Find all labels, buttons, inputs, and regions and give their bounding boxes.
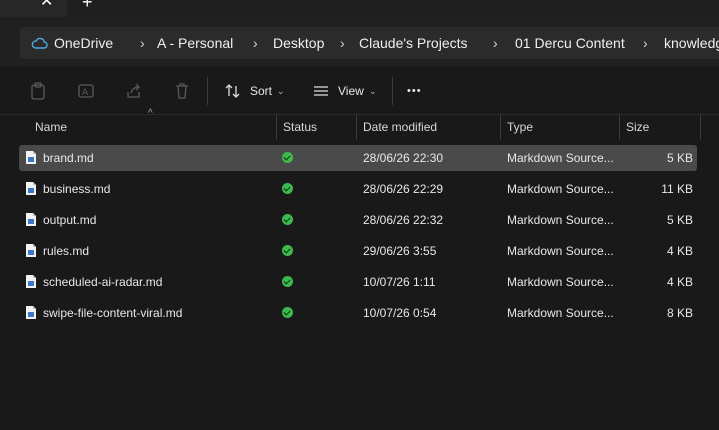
markdown-file-icon (26, 151, 36, 164)
breadcrumb-item-personal[interactable]: A - Personal (157, 27, 233, 59)
column-header-row: ^ Name Status Date modified Type Size (0, 108, 719, 140)
breadcrumb-item-onedrive[interactable]: OneDrive (54, 27, 113, 59)
onedrive-cloud-icon (31, 37, 48, 49)
file-type: Markdown Source... (507, 182, 614, 196)
sort-button[interactable]: Sort ⌄ (224, 79, 288, 103)
file-row[interactable]: business.md 28/06/26 22:29 Markdown Sour… (19, 176, 697, 202)
sync-status-ok-icon (282, 214, 293, 225)
more-options-button[interactable]: ••• (407, 79, 422, 103)
file-row[interactable]: rules.md 29/06/26 3:55 Markdown Source..… (19, 238, 697, 264)
sort-icon (225, 84, 240, 98)
breadcrumb-item-knowledge[interactable]: knowledg (664, 27, 719, 59)
file-size: 4 KB (666, 244, 693, 258)
new-tab-button[interactable]: + (82, 0, 93, 11)
sync-status-ok-icon (282, 307, 293, 318)
column-header-size[interactable]: Size (626, 115, 649, 140)
column-header-name[interactable]: Name (35, 115, 67, 140)
chevron-down-icon: ⌄ (277, 86, 285, 96)
rename-icon[interactable]: A (76, 81, 96, 101)
markdown-file-icon (26, 275, 36, 288)
file-date: 29/06/26 3:55 (363, 244, 437, 258)
command-divider (392, 77, 393, 105)
sort-label: Sort (250, 84, 273, 98)
file-type: Markdown Source... (507, 151, 614, 165)
column-divider[interactable] (700, 115, 701, 140)
column-divider[interactable] (276, 115, 277, 140)
sync-status-ok-icon (282, 152, 293, 163)
file-size: 8 KB (666, 306, 693, 320)
paste-icon[interactable] (28, 81, 48, 101)
file-size: 4 KB (666, 275, 693, 289)
file-date: 10/07/26 0:54 (363, 306, 437, 320)
markdown-file-icon (26, 213, 36, 226)
column-header-status[interactable]: Status (283, 115, 317, 140)
close-tab-icon[interactable]: ✕ (40, 0, 53, 10)
file-date: 28/06/26 22:29 (363, 182, 444, 196)
tab-strip: ✕ + (0, 0, 719, 17)
share-icon[interactable] (124, 81, 144, 101)
markdown-file-icon (26, 182, 36, 195)
file-date: 28/06/26 22:32 (363, 213, 444, 227)
file-date: 10/07/26 1:11 (363, 275, 436, 289)
column-header-date[interactable]: Date modified (363, 115, 437, 140)
breadcrumb-item-projects[interactable]: Claude's Projects (359, 27, 468, 59)
markdown-file-icon (26, 306, 36, 319)
file-row[interactable]: swipe-file-content-viral.md 10/07/26 0:5… (19, 300, 697, 326)
chevron-down-icon: ⌄ (369, 86, 377, 96)
sync-status-ok-icon (282, 183, 293, 194)
breadcrumb-separator[interactable]: › (643, 27, 648, 59)
sort-ascending-icon: ^ (148, 108, 153, 119)
file-type: Markdown Source... (507, 244, 614, 258)
breadcrumb-separator[interactable]: › (140, 27, 145, 59)
file-row[interactable]: brand.md 28/06/26 22:30 Markdown Source.… (19, 145, 697, 171)
file-type: Markdown Source... (507, 213, 614, 227)
file-row[interactable]: scheduled-ai-radar.md 10/07/26 1:11 Mark… (19, 269, 697, 295)
sync-status-ok-icon (282, 245, 293, 256)
file-type: Markdown Source... (507, 275, 614, 289)
file-name: business.md (43, 182, 111, 196)
file-date: 28/06/26 22:30 (363, 151, 444, 165)
file-name: output.md (43, 213, 97, 227)
command-divider (207, 77, 208, 105)
breadcrumb[interactable]: OneDrive › A - Personal › Desktop › Clau… (20, 27, 719, 59)
file-size: 5 KB (666, 151, 693, 165)
tab-current[interactable]: ✕ (0, 0, 67, 17)
column-divider[interactable] (356, 115, 357, 140)
file-name: brand.md (43, 151, 94, 165)
breadcrumb-item-content[interactable]: 01 Dercu Content (515, 27, 625, 59)
file-size: 5 KB (666, 213, 693, 227)
view-button[interactable]: View ⌄ (312, 79, 380, 103)
address-bar: OneDrive › A - Personal › Desktop › Clau… (0, 17, 719, 67)
command-bar: A Sort ⌄ View ⌄ ••• (0, 67, 719, 115)
breadcrumb-separator[interactable]: › (493, 27, 498, 59)
view-label: View (338, 84, 364, 98)
file-type: Markdown Source... (507, 306, 614, 320)
breadcrumb-separator[interactable]: › (340, 27, 345, 59)
sync-status-ok-icon (282, 276, 293, 287)
delete-icon[interactable] (172, 81, 192, 101)
file-row[interactable]: output.md 28/06/26 22:32 Markdown Source… (19, 207, 697, 233)
column-divider[interactable] (500, 115, 501, 140)
file-size: 11 KB (661, 182, 693, 196)
breadcrumb-separator[interactable]: › (253, 27, 258, 59)
column-header-type[interactable]: Type (507, 115, 533, 140)
file-name: swipe-file-content-viral.md (43, 306, 183, 320)
breadcrumb-item-desktop[interactable]: Desktop (273, 27, 324, 59)
view-icon (314, 86, 328, 96)
markdown-file-icon (26, 244, 36, 257)
svg-text:A: A (82, 88, 89, 98)
column-divider[interactable] (619, 115, 620, 140)
file-name: scheduled-ai-radar.md (43, 275, 163, 289)
file-name: rules.md (43, 244, 90, 258)
